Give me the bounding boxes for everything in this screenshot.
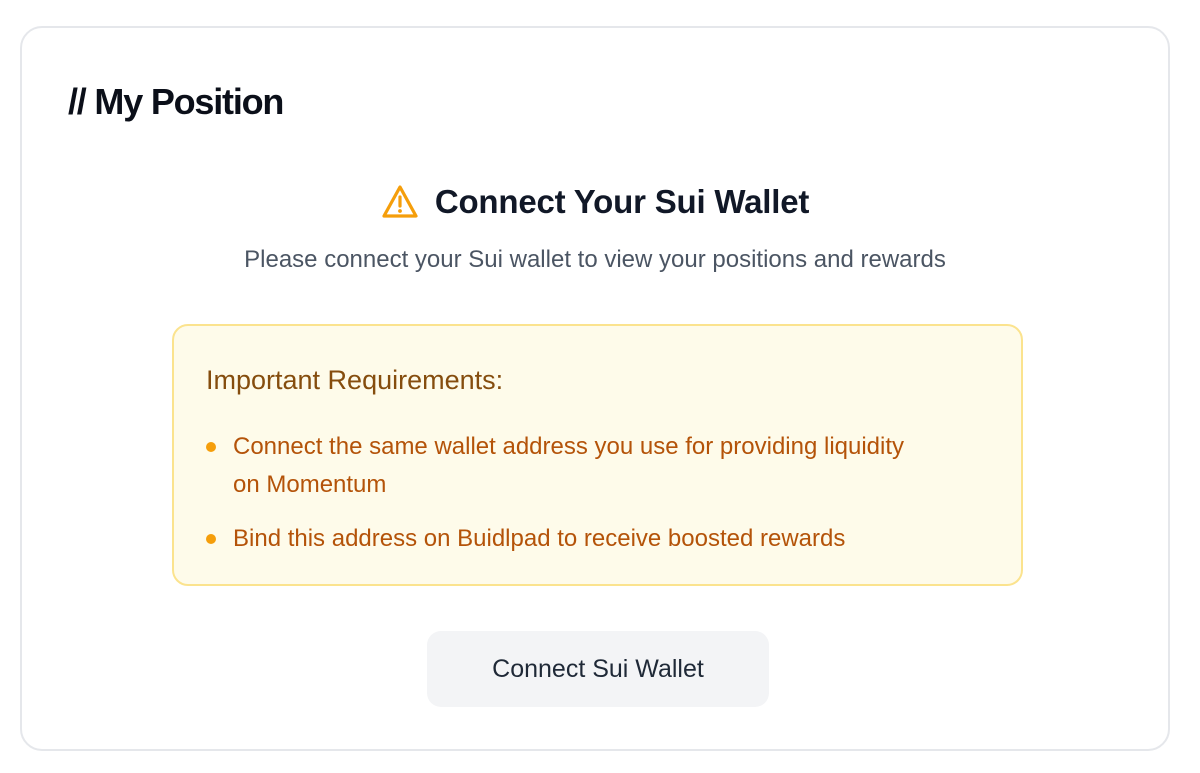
section-title: // My Position [68,81,284,122]
connect-sui-wallet-button[interactable]: Connect Sui Wallet [427,631,769,707]
connect-wallet-heading: Connect Your Sui Wallet [434,183,810,220]
my-position-card: // My Position Connect Your Sui Wallet P… [20,26,1170,751]
requirement-item: Connect the same wallet address you use … [206,428,933,504]
requirements-box: Important Requirements: Connect the same… [172,324,1023,586]
bullet-dot-icon [206,442,216,452]
requirements-title: Important Requirements: [206,365,504,395]
bullet-dot-icon [206,534,216,544]
connect-wallet-subtitle: Please connect your Sui wallet to view y… [244,246,946,273]
requirement-text: Bind this address on Buidlpad to receive… [233,525,846,552]
requirement-text: Connect the same wallet address you use … [233,433,905,498]
requirements-list: Connect the same wallet address you use … [206,428,991,558]
connect-wallet-header: Connect Your Sui Wallet [22,182,1168,222]
requirement-item: Bind this address on Buidlpad to receive… [206,520,993,558]
warning-triangle-icon [381,184,419,220]
